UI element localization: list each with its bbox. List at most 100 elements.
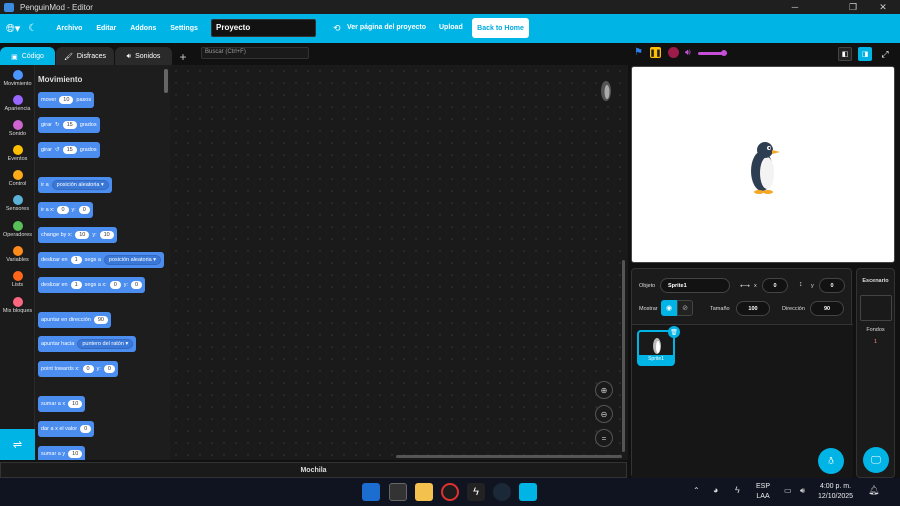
category-apariencia[interactable]: Apariencia (0, 95, 35, 112)
x-input[interactable]: 0 (57, 206, 69, 214)
block-glide-xy[interactable]: deslizar en 1 segs a x: 0 y: 0 (38, 277, 146, 293)
volume-icon[interactable]: 🔊︎ (685, 47, 691, 58)
bolt-app-icon[interactable]: ϟ (467, 483, 485, 501)
globe-icon[interactable]: 🌐︎▾ (6, 22, 20, 36)
y-input[interactable]: 10 (68, 450, 83, 458)
category-mis-bloques[interactable]: Mis bloques (0, 297, 35, 314)
project-title-input[interactable]: Proyecto (211, 19, 316, 37)
block-turn-right[interactable]: girar ↻ 15 grados (38, 117, 100, 133)
search-input[interactable]: Buscar (Ctrl+F) (201, 47, 309, 59)
input-language[interactable]: ESP LAA (756, 482, 770, 502)
add-backdrop-button[interactable]: 🖵︎ (863, 447, 889, 473)
opera-icon[interactable] (441, 483, 459, 501)
terminal-icon[interactable] (389, 483, 407, 501)
category-variables[interactable]: Variables (0, 246, 35, 263)
volume-slider-handle[interactable] (721, 50, 727, 56)
stop-icon[interactable] (668, 47, 679, 58)
category-sonido[interactable]: Sonido (0, 120, 35, 137)
back-to-home-button[interactable]: Back to Home (472, 18, 529, 38)
add-extension-button[interactable]: ⇌ (0, 429, 35, 460)
menu-archivo[interactable]: Archivo (49, 25, 89, 32)
degrees-input[interactable]: 15 (62, 121, 77, 129)
menu-addons[interactable]: Addons (123, 25, 163, 32)
close-button[interactable]: ✕ (868, 0, 898, 14)
steam-icon[interactable] (493, 483, 511, 501)
block-turn-left[interactable]: girar ↺ 15 grados (38, 142, 100, 158)
menu-editar[interactable]: Editar (89, 25, 123, 32)
sprite-thumbnail[interactable]: Sprite1 🗑︎ (637, 326, 680, 366)
y-input[interactable]: 0 (103, 365, 115, 373)
direction-input[interactable]: 90 (810, 301, 844, 316)
tray-chevron-up-icon[interactable]: ⌃ (693, 486, 700, 495)
steps-input[interactable]: 10 (59, 96, 74, 104)
workspace-horizontal-scrollbar[interactable] (396, 455, 622, 458)
code-workspace[interactable]: ⊕ ⊖ = (170, 65, 628, 460)
maximize-button[interactable]: ❐ (838, 0, 868, 14)
theme-moon-icon[interactable]: ☾ (28, 23, 37, 34)
small-stage-button[interactable]: ◧ (838, 47, 852, 61)
sprite-name-input[interactable]: Sprite1 (660, 278, 730, 293)
towards-target-dropdown[interactable]: puntero del ratón ▾ (77, 339, 134, 349)
degrees-input[interactable]: 15 (62, 146, 77, 154)
add-tab-plus-icon[interactable]: + (175, 47, 191, 66)
y-input[interactable]: 10 (99, 231, 114, 239)
add-sprite-button[interactable]: 🐧︎ (818, 448, 844, 474)
green-flag-icon[interactable]: ⚑ (634, 47, 643, 58)
show-visible-button[interactable]: ◉ (661, 300, 677, 316)
stage-selector[interactable]: Escenario Fondos 1 🖵︎ (856, 268, 895, 478)
zoom-reset-button[interactable]: = (595, 429, 613, 447)
notification-bell-icon[interactable]: 🔔︎ (868, 485, 879, 496)
see-project-page-link[interactable]: Ver página del proyecto (340, 24, 433, 31)
workspace-vertical-scrollbar[interactable] (622, 260, 625, 452)
discord-tray-icon[interactable]: ◕ (713, 485, 718, 495)
x-input[interactable]: 0 (82, 365, 94, 373)
category-sensores[interactable]: Sensores (0, 195, 35, 212)
block-set-x[interactable]: dar a x el valor 0 (38, 421, 95, 437)
x-input[interactable]: 0 (109, 281, 121, 289)
direction-input[interactable]: 90 (93, 316, 108, 324)
fullscreen-button[interactable]: ⤢ (878, 47, 892, 61)
backdrop-thumbnail[interactable] (860, 295, 892, 321)
stage-canvas[interactable] (631, 66, 895, 263)
x-input[interactable]: 0 (80, 425, 92, 433)
block-goto[interactable]: ir a posición aleatoria ▾ (38, 177, 112, 193)
secs-input[interactable]: 1 (70, 256, 82, 264)
category-movimiento[interactable]: Movimiento (0, 70, 35, 87)
bolt-tray-icon[interactable]: ϟ (735, 485, 740, 495)
category-operadores[interactable]: Operadores (0, 221, 35, 238)
tab-code[interactable]: ▣ Código (0, 47, 55, 66)
x-input[interactable]: 10 (75, 231, 90, 239)
x-input[interactable]: 10 (68, 400, 83, 408)
file-explorer-icon[interactable] (415, 483, 433, 501)
pause-icon[interactable]: ❚❚ (650, 47, 661, 58)
backpack-bar[interactable]: Mochila (0, 462, 627, 478)
block-add-y[interactable]: sumar a y 10 (38, 446, 86, 460)
category-control[interactable]: Control (0, 170, 35, 187)
start-windows-icon[interactable] (362, 483, 380, 501)
y-input[interactable]: 0 (131, 281, 143, 289)
block-point-direction[interactable]: apuntar en dirección 90 (38, 312, 111, 328)
y-input[interactable]: 0 (78, 206, 90, 214)
minimize-button[interactable]: ─ (780, 0, 810, 14)
goto-target-dropdown[interactable]: posición aleatoria ▾ (51, 180, 109, 190)
zoom-out-button[interactable]: ⊖ (595, 405, 613, 423)
block-move-steps[interactable]: mover 10 pasos (38, 92, 95, 108)
penguinmod-taskbar-icon[interactable] (519, 483, 537, 501)
tab-costumes[interactable]: 🖌︎ Disfraces (56, 47, 114, 66)
large-stage-button[interactable]: ◨ (858, 47, 872, 61)
penguin-sprite[interactable] (748, 139, 782, 194)
size-input[interactable]: 100 (736, 301, 770, 316)
delete-sprite-trash-icon[interactable]: 🗑︎ (668, 326, 680, 338)
block-add-x[interactable]: sumar a x 10 (38, 396, 86, 412)
palette-scrollbar[interactable] (164, 69, 168, 93)
speaker-tray-icon[interactable]: 🔊︎ (800, 486, 805, 496)
x-position-input[interactable]: 0 (762, 278, 788, 293)
block-point-towards[interactable]: apuntar hacia puntero del ratón ▾ (38, 336, 137, 352)
category-eventos[interactable]: Eventos (0, 145, 35, 162)
y-position-input[interactable]: 0 (819, 278, 845, 293)
tab-sounds[interactable]: 🔊︎ Sonidos (115, 47, 172, 66)
category-lists[interactable]: Lists (0, 271, 35, 288)
block-goto-xy[interactable]: ir a x: 0 y: 0 (38, 202, 93, 218)
secs-input[interactable]: 1 (70, 281, 82, 289)
block-glide[interactable]: deslizar en 1 segs a posición aleatoria ▾ (38, 252, 164, 268)
